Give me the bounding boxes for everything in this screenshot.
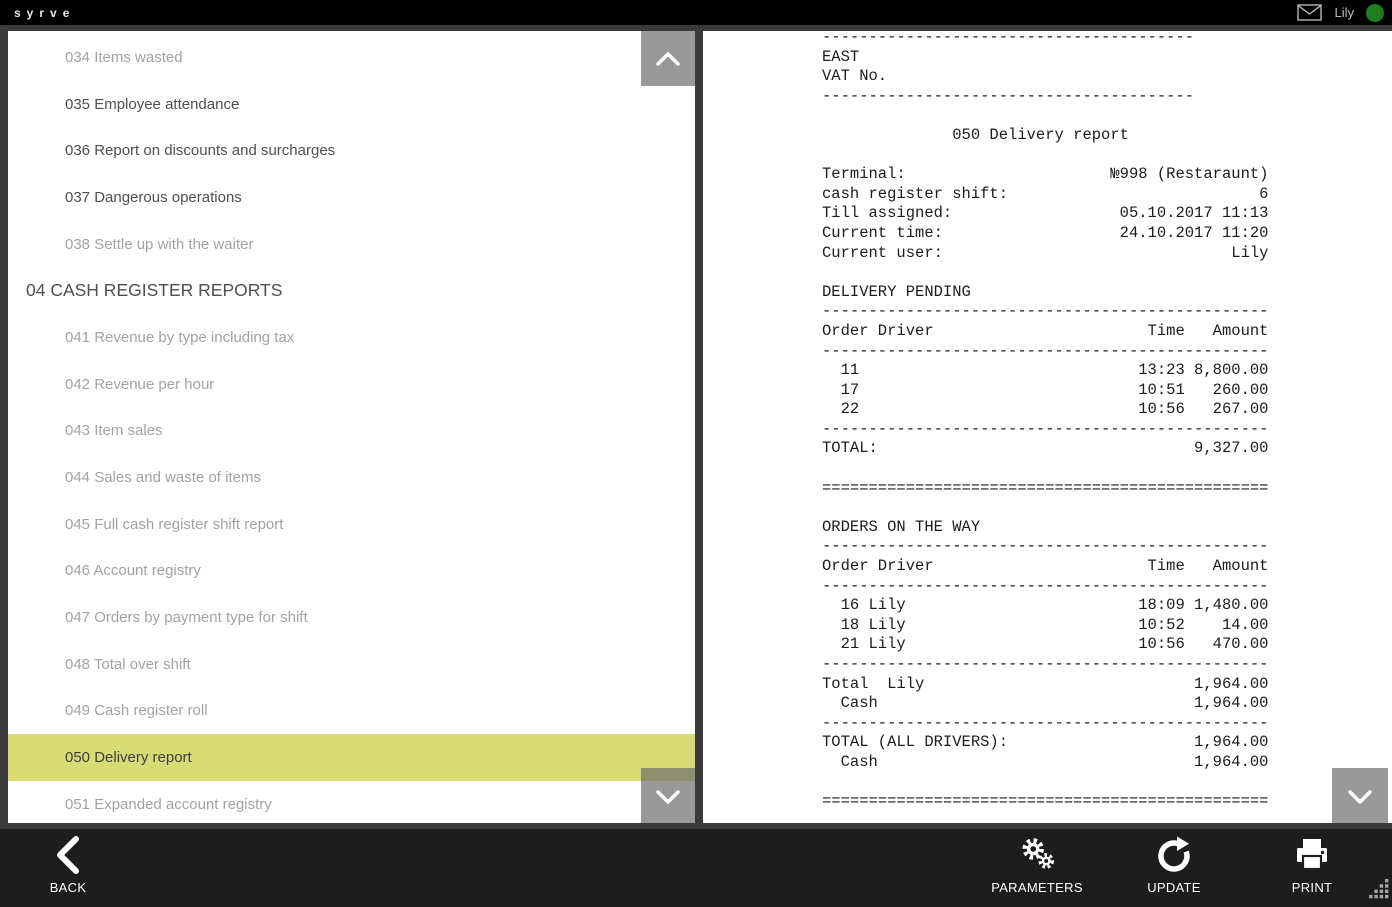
scroll-up-button[interactable]	[641, 31, 695, 86]
topbar-right: Lily	[1297, 0, 1384, 25]
status-indicator-icon[interactable]	[1366, 4, 1384, 22]
list-item[interactable]: 044 Sales and waste of items	[8, 454, 695, 501]
list-item[interactable]: 045 Full cash register shift report	[8, 501, 695, 548]
parameters-button-label: PARAMETERS	[991, 880, 1083, 895]
gears-icon	[1016, 835, 1058, 875]
preview-scroll-down-button[interactable]	[1332, 768, 1388, 823]
update-button[interactable]: UPDATE	[1144, 835, 1204, 895]
report-list-panel: 034 Items wasted035 Employee attendance0…	[8, 31, 695, 823]
list-item[interactable]: 037 Dangerous operations	[8, 174, 695, 221]
list-item[interactable]: 043 Item sales	[8, 408, 695, 455]
list-item[interactable]: 041 Revenue by type including tax	[8, 314, 695, 361]
list-item[interactable]: 038 Settle up with the waiter	[8, 221, 695, 268]
list-item[interactable]: 051 Expanded account registry	[8, 781, 695, 823]
list-item[interactable]: 034 Items wasted	[8, 34, 695, 81]
scroll-down-button[interactable]	[641, 768, 695, 823]
list-item[interactable]: 047 Orders by payment type for shift	[8, 594, 695, 641]
list-item[interactable]: 050 Delivery report	[8, 734, 695, 781]
update-button-label: UPDATE	[1147, 880, 1201, 895]
list-section-header: 04 CASH REGISTER REPORTS	[8, 267, 695, 314]
parameters-button[interactable]: PARAMETERS	[991, 835, 1083, 895]
receipt-text: ----------------------------------------…	[822, 31, 1268, 812]
list-item[interactable]: 046 Account registry	[8, 548, 695, 595]
print-button-label: PRINT	[1292, 880, 1333, 895]
printer-icon	[1292, 835, 1332, 875]
back-button-label: BACK	[50, 880, 87, 895]
report-list: 034 Items wasted035 Employee attendance0…	[8, 31, 695, 823]
print-button[interactable]: PRINT	[1282, 835, 1342, 895]
chevron-down-icon	[1333, 769, 1387, 823]
list-item[interactable]: 036 Report on discounts and surcharges	[8, 127, 695, 174]
list-item[interactable]: 042 Revenue per hour	[8, 361, 695, 408]
current-user-label[interactable]: Lily	[1334, 5, 1354, 20]
list-item[interactable]: 035 Employee attendance	[8, 81, 695, 128]
envelope-icon[interactable]	[1297, 4, 1322, 21]
resize-grip[interactable]	[1368, 878, 1390, 905]
chevron-up-icon	[641, 32, 695, 86]
list-item[interactable]: 049 Cash register roll	[8, 688, 695, 735]
refresh-icon	[1154, 835, 1194, 875]
report-preview-panel: ----------------------------------------…	[703, 31, 1392, 823]
brand-logo: syrve	[14, 6, 75, 20]
bottom-toolbar: BACK PARAMETERS	[0, 829, 1392, 907]
chevron-left-icon	[53, 835, 83, 875]
back-button[interactable]: BACK	[38, 835, 98, 895]
chevron-down-icon	[641, 769, 695, 823]
top-bar: syrve Lily	[0, 0, 1392, 25]
app-window: syrve Lily 034 Items wasted035 Employee …	[0, 0, 1392, 907]
list-item[interactable]: 048 Total over shift	[8, 641, 695, 688]
